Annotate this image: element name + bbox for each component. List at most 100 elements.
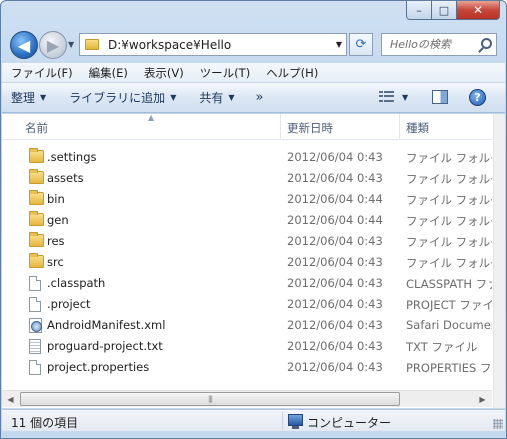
file-type: ファイル フォルダー bbox=[406, 151, 492, 165]
file-type: PROPERTIES ファイル bbox=[406, 361, 492, 375]
search-box[interactable] bbox=[381, 33, 497, 56]
folder-icon bbox=[29, 253, 44, 268]
file-name: proguard-project.txt bbox=[47, 339, 163, 353]
address-bar[interactable]: D:¥workspace¥Hello ▼ bbox=[79, 33, 347, 56]
menu-bar: ファイル(F) 編集(E) 表示(V) ツール(T) ヘルプ(H) bbox=[2, 63, 505, 83]
column-divider[interactable] bbox=[399, 114, 400, 140]
file-modified-date: 2012/06/04 0:43 bbox=[287, 360, 383, 374]
file-row[interactable]: gen 2012/06/04 0:44 ファイル フォルダー bbox=[2, 210, 492, 231]
sort-ascending-icon: ▲ bbox=[148, 113, 155, 122]
help-icon[interactable]: ? bbox=[469, 89, 486, 106]
caption-buttons: – □ ✕ bbox=[406, 1, 500, 20]
folder-icon bbox=[29, 190, 44, 205]
file-icon bbox=[29, 276, 41, 291]
folder-icon bbox=[29, 169, 44, 184]
add-to-library-button[interactable]: ライブラリに追加 ▼ bbox=[60, 89, 184, 106]
file-name: res bbox=[47, 234, 65, 248]
file-type: ファイル フォルダー bbox=[406, 172, 492, 186]
scrollbar-thumb[interactable]: ||| bbox=[20, 392, 400, 406]
organize-button[interactable]: 整理 ▼ bbox=[2, 89, 54, 106]
file-row[interactable]: bin 2012/06/04 0:44 ファイル フォルダー bbox=[2, 189, 492, 210]
folder-icon bbox=[85, 39, 99, 50]
explorer-window: – □ ✕ ◀ ▶ ▼ D:¥workspace¥Hello ▼ ⟳ ファイル(… bbox=[0, 0, 507, 439]
forward-button[interactable]: ▶ bbox=[39, 31, 67, 59]
chevron-down-icon: ▼ bbox=[170, 93, 177, 102]
text-file-icon bbox=[29, 339, 41, 354]
file-name: gen bbox=[47, 213, 69, 227]
file-modified-date: 2012/06/04 0:43 bbox=[287, 339, 383, 353]
file-list: .settings2012/06/04 0:43ファイル フォルダーassets… bbox=[2, 147, 492, 378]
file-row[interactable]: .classpath 2012/06/04 0:43 CLASSPATH ファイル bbox=[2, 273, 492, 294]
file-row[interactable]: AndroidManifest.xml 2012/06/04 0:43 Safari… bbox=[2, 315, 492, 336]
file-row[interactable]: proguard-project.txt 2012/06/04 0:43 TXT フ… bbox=[2, 336, 492, 357]
more-icon: » bbox=[255, 90, 264, 105]
search-input[interactable] bbox=[390, 38, 484, 51]
file-modified-date: 2012/06/04 0:43 bbox=[287, 318, 383, 332]
file-type: ファイル フォルダー bbox=[406, 256, 492, 270]
search-icon[interactable] bbox=[481, 38, 492, 49]
file-type: Safari Document bbox=[406, 318, 492, 332]
file-row[interactable]: assets 2012/06/04 0:43 ファイル フォルダー bbox=[2, 168, 492, 189]
file-row[interactable]: res 2012/06/04 0:43 ファイル フォルダー bbox=[2, 231, 492, 252]
file-modified-date: 2012/06/04 0:44 bbox=[287, 192, 383, 206]
computer-icon bbox=[288, 414, 303, 429]
file-modified-date: 2012/06/04 0:43 bbox=[287, 234, 383, 248]
menu-file[interactable]: ファイル(F) bbox=[2, 65, 80, 81]
chevron-down-icon: ▼ bbox=[228, 93, 235, 102]
column-name-header[interactable]: 名前 bbox=[25, 120, 48, 136]
menu-view[interactable]: 表示(V) bbox=[135, 65, 191, 81]
menu-help[interactable]: ヘルプ(H) bbox=[257, 65, 325, 81]
share-label: 共有 bbox=[199, 91, 224, 105]
file-name: .classpath bbox=[47, 276, 106, 290]
column-type-header[interactable]: 種類 bbox=[406, 120, 429, 136]
file-name: .settings bbox=[47, 150, 97, 164]
recent-pages-dropdown[interactable]: ▼ bbox=[68, 40, 74, 49]
view-options-dropdown-icon[interactable]: ▼ bbox=[402, 93, 408, 102]
file-row[interactable]: .settings 2012/06/04 0:43 ファイル フォルダー bbox=[2, 147, 492, 168]
file-modified-date: 2012/06/04 0:43 bbox=[287, 255, 383, 269]
maximize-button[interactable]: □ bbox=[432, 1, 457, 20]
share-button[interactable]: 共有 ▼ bbox=[190, 89, 242, 106]
file-type: PROJECT ファイル bbox=[406, 298, 492, 312]
file-modified-date: 2012/06/04 0:43 bbox=[287, 276, 383, 290]
preview-pane-icon[interactable] bbox=[432, 90, 448, 104]
horizontal-scrollbar[interactable]: ◀ ||| ▶ bbox=[2, 390, 492, 407]
file-row[interactable]: project.properties 2012/06/04 0:43 PROPERT… bbox=[2, 357, 492, 378]
address-dropdown-icon[interactable]: ▼ bbox=[336, 40, 342, 49]
resize-grip[interactable] bbox=[493, 419, 503, 429]
change-view-icon[interactable] bbox=[379, 91, 394, 103]
file-modified-date: 2012/06/04 0:44 bbox=[287, 213, 383, 227]
file-name: bin bbox=[47, 192, 65, 206]
scroll-right-icon[interactable]: ▶ bbox=[474, 391, 491, 407]
address-row: ◀ ▶ ▼ D:¥workspace¥Hello ▼ ⟳ bbox=[1, 28, 506, 62]
add-to-library-label: ライブラリに追加 bbox=[69, 91, 166, 105]
file-icon bbox=[29, 360, 41, 375]
file-type: ファイル フォルダー bbox=[406, 235, 492, 249]
file-row[interactable]: .project 2012/06/04 0:43 PROJECT ファイル bbox=[2, 294, 492, 315]
file-type: ファイル フォルダー bbox=[406, 193, 492, 207]
file-row[interactable]: src 2012/06/04 0:43 ファイル フォルダー bbox=[2, 252, 492, 273]
vertical-scrollbar[interactable] bbox=[493, 114, 505, 408]
file-name: src bbox=[47, 255, 64, 269]
command-bar: 整理 ▼ ライブラリに追加 ▼ 共有 ▼ » ▼ ? bbox=[2, 83, 505, 113]
column-header-row: ▲ 名前 更新日時 種類 bbox=[2, 113, 492, 140]
column-date-header[interactable]: 更新日時 bbox=[287, 120, 333, 136]
status-bar: 11 個の項目 コンピューター bbox=[2, 409, 505, 431]
file-type: ファイル フォルダー bbox=[406, 214, 492, 228]
organize-label: 整理 bbox=[11, 91, 36, 105]
close-button[interactable]: ✕ bbox=[457, 1, 500, 20]
file-icon bbox=[29, 297, 41, 312]
menu-tools[interactable]: ツール(T) bbox=[191, 65, 258, 81]
file-name: .project bbox=[47, 297, 91, 311]
back-button[interactable]: ◀ bbox=[10, 31, 38, 59]
column-divider[interactable] bbox=[280, 114, 281, 140]
menu-edit[interactable]: 編集(E) bbox=[80, 65, 135, 81]
minimize-button[interactable]: – bbox=[406, 1, 432, 20]
file-name: AndroidManifest.xml bbox=[47, 318, 166, 332]
more-commands-button[interactable]: » bbox=[243, 90, 272, 105]
refresh-button[interactable]: ⟳ bbox=[349, 33, 373, 56]
folder-icon bbox=[29, 232, 44, 247]
file-name: project.properties bbox=[47, 360, 150, 374]
file-type: CLASSPATH ファイル bbox=[406, 277, 492, 291]
scroll-left-icon[interactable]: ◀ bbox=[2, 391, 19, 407]
